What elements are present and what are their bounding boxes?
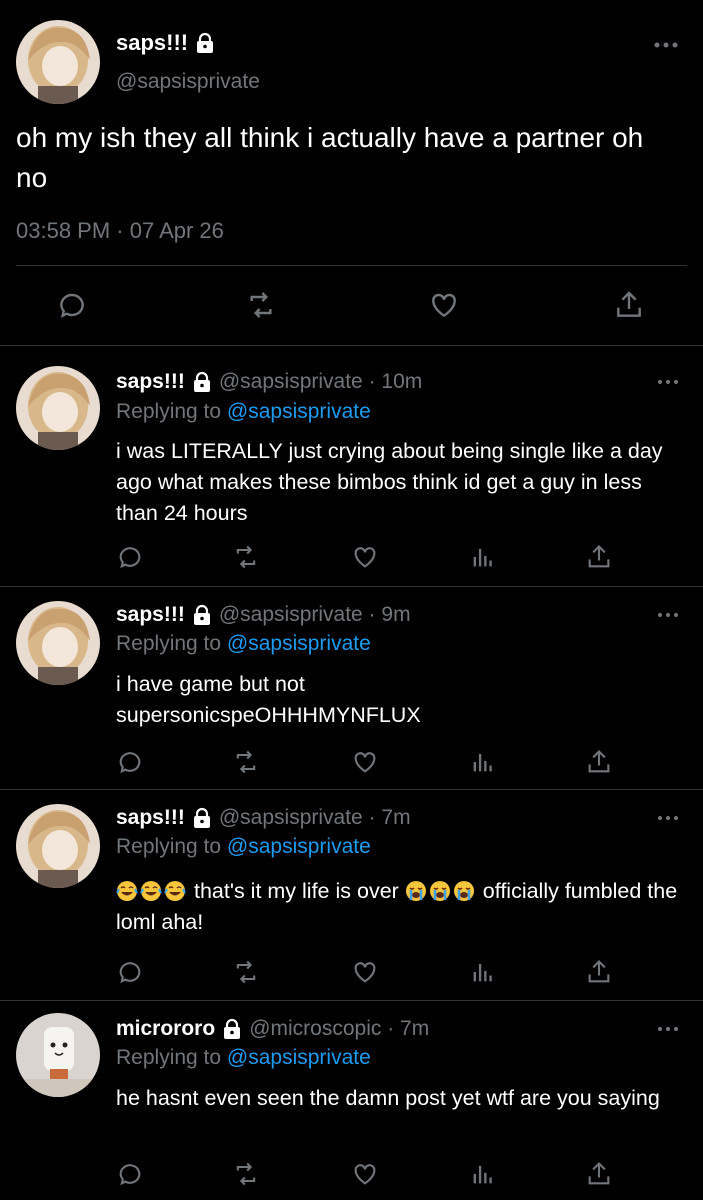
avatar[interactable] [16,366,100,450]
display-name[interactable]: saps!!! [116,30,188,56]
more-icon[interactable] [657,814,679,822]
like-icon[interactable] [428,289,460,321]
like-icon[interactable] [351,748,379,776]
reply-icon[interactable] [116,543,144,571]
laugh-emoji-icon [140,880,162,902]
replying-to: Replying to @sapsisprivate [116,400,371,424]
tweet-text: oh my ish they all think i actually have… [16,122,644,193]
avatar[interactable] [16,1013,100,1097]
reply-icon[interactable] [116,1160,144,1188]
divider [16,265,687,266]
replying-prefix: Replying to [116,1046,222,1069]
retweet-icon[interactable] [232,958,260,986]
like-icon[interactable] [351,1160,379,1188]
retweet-icon[interactable] [232,748,260,776]
cry-emoji-icon [453,880,475,902]
retweet-icon[interactable] [232,543,260,571]
like-icon[interactable] [351,958,379,986]
display-name[interactable]: saps!!! [116,370,185,394]
cry-emoji-icon [429,880,451,902]
replying-to: Replying to @sapsisprivate [116,1046,371,1070]
display-name[interactable]: saps!!! [116,806,185,830]
lock-icon [191,371,213,393]
reply-tweet[interactable]: saps!!! @sapsisprivate · 7m Replying to … [0,790,703,1000]
tweet-text: that's it my life is over officially fum… [116,876,686,938]
views-icon[interactable] [469,748,497,776]
replying-to-link[interactable]: @sapsisprivate [227,400,371,423]
retweet-icon[interactable] [232,1160,260,1188]
replying-prefix: Replying to [116,632,222,655]
share-icon[interactable] [585,543,613,571]
tweet-text: he hasnt even seen the damn post yet wtf… [116,1086,660,1110]
retweet-icon[interactable] [245,289,277,321]
handle[interactable]: @sapsisprivate · 7m [219,806,411,830]
handle[interactable]: @microscopic · 7m [249,1017,429,1041]
reply-icon[interactable] [116,958,144,986]
lock-icon [194,32,216,54]
views-icon[interactable] [469,958,497,986]
lock-icon [191,604,213,626]
views-icon[interactable] [469,1160,497,1188]
like-icon[interactable] [351,543,379,571]
more-icon[interactable] [653,40,679,50]
replying-prefix: Replying to [116,400,222,423]
more-icon[interactable] [657,1025,679,1033]
main-tweet: saps!!! @sapsisprivate oh my ish they al… [0,0,703,345]
handle[interactable]: @sapsisprivate · 10m [219,370,422,394]
handle[interactable]: @sapsisprivate [116,70,260,94]
timestamp[interactable]: 03:58 PM · 07 Apr 26 [16,218,224,244]
replying-prefix: Replying to [116,835,222,858]
replying-to: Replying to @sapsisprivate [116,632,371,656]
tweet-text: i was LITERALLY just crying about being … [116,439,663,525]
laugh-emoji-icon [164,880,186,902]
views-icon[interactable] [469,543,497,571]
replying-to: Replying to @sapsisprivate [116,835,371,859]
display-name[interactable]: saps!!! [116,603,185,627]
avatar[interactable] [16,601,100,685]
tweet-text: i have game but not supersonicspeOHHHMYN… [116,672,421,727]
avatar[interactable] [16,20,100,104]
share-icon[interactable] [585,1160,613,1188]
reply-tweet[interactable]: saps!!! @sapsisprivate · 10m Replying to… [0,346,703,586]
more-icon[interactable] [657,611,679,619]
more-icon[interactable] [657,378,679,386]
reply-icon[interactable] [116,748,144,776]
tweet-text-part: that's it my life is over [193,879,399,903]
share-icon[interactable] [613,289,645,321]
avatar[interactable] [16,804,100,888]
share-icon[interactable] [585,958,613,986]
reply-tweet[interactable]: microroro @microscopic · 7m Replying to … [0,1001,703,1200]
replying-to-link[interactable]: @sapsisprivate [227,835,371,858]
lock-icon [191,807,213,829]
laugh-emoji-icon [116,880,138,902]
reply-icon[interactable] [56,289,88,321]
lock-icon [221,1018,243,1040]
replying-to-link[interactable]: @sapsisprivate [227,632,371,655]
reply-tweet[interactable]: saps!!! @sapsisprivate · 9m Replying to … [0,587,703,789]
cry-emoji-icon [405,880,427,902]
replying-to-link[interactable]: @sapsisprivate [227,1046,371,1069]
handle[interactable]: @sapsisprivate · 9m [219,603,411,627]
share-icon[interactable] [585,748,613,776]
display-name[interactable]: microroro [116,1017,215,1041]
